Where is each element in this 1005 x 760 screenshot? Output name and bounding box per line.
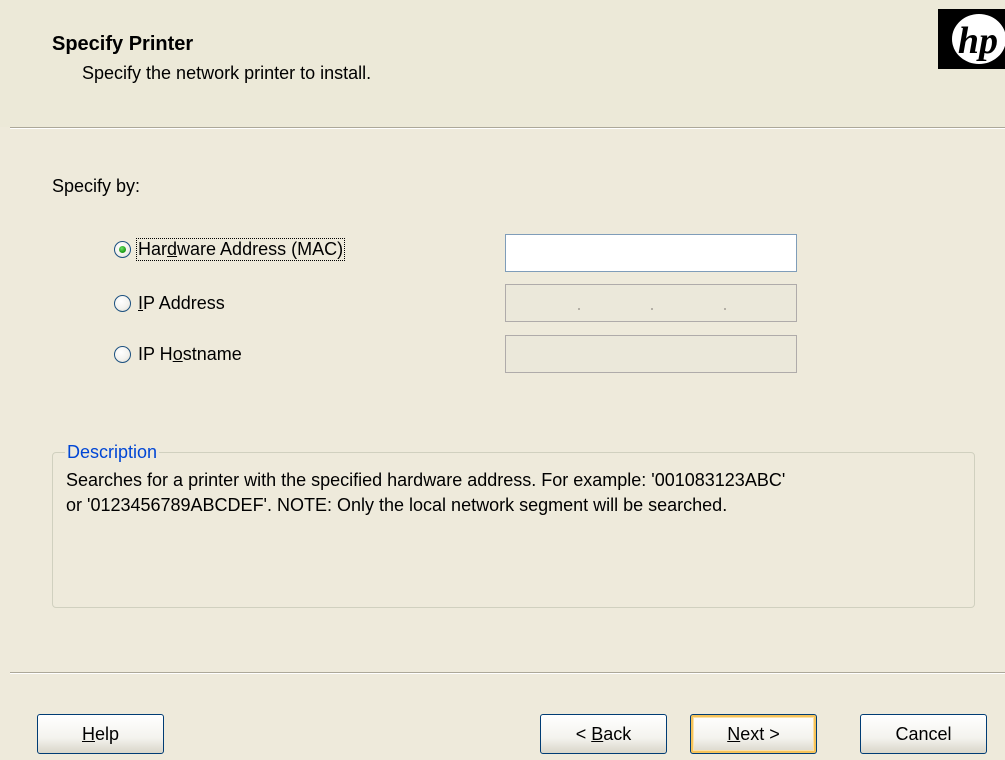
- page-title: Specify Printer: [52, 33, 194, 55]
- radio-ip-hostname-label[interactable]: IP Hostname: [137, 344, 243, 365]
- wizard-header: Specify Printer Specify the network prin…: [0, 0, 1005, 127]
- hp-logo: hp: [938, 9, 1005, 69]
- mac-address-input[interactable]: [505, 234, 797, 272]
- ip-address-input[interactable]: [505, 284, 797, 322]
- radio-hardware-address[interactable]: Hardware Address (MAC): [114, 235, 346, 263]
- back-button[interactable]: < Back: [540, 714, 667, 754]
- hp-logo-text: hp: [958, 20, 998, 62]
- ip-hostname-input[interactable]: [505, 335, 797, 373]
- page-subtitle: Specify the network printer to install.: [82, 63, 372, 83]
- header-divider: [10, 127, 1005, 129]
- specify-by-label: Specify by:: [52, 176, 141, 196]
- description-line: or '0123456789ABCDEF'. NOTE: Only the lo…: [66, 495, 728, 515]
- radio-hardware-address-label[interactable]: Hardware Address (MAC): [135, 237, 346, 261]
- radio-button-icon[interactable]: [114, 240, 131, 258]
- description-text: Searches for a printer with the specifie…: [66, 468, 966, 518]
- radio-ip-address[interactable]: IP Address: [114, 289, 226, 317]
- radio-button-icon[interactable]: [114, 345, 131, 363]
- radio-ip-address-label[interactable]: IP Address: [137, 293, 226, 314]
- description-legend: Description: [65, 441, 160, 463]
- help-button[interactable]: Help: [37, 714, 164, 754]
- next-button[interactable]: Next >: [690, 714, 817, 754]
- cancel-button[interactable]: Cancel: [860, 714, 987, 754]
- radio-button-icon[interactable]: [114, 294, 131, 312]
- description-line: Searches for a printer with the specifie…: [66, 470, 786, 490]
- radio-ip-hostname[interactable]: IP Hostname: [114, 340, 243, 368]
- footer-divider: [10, 672, 1005, 674]
